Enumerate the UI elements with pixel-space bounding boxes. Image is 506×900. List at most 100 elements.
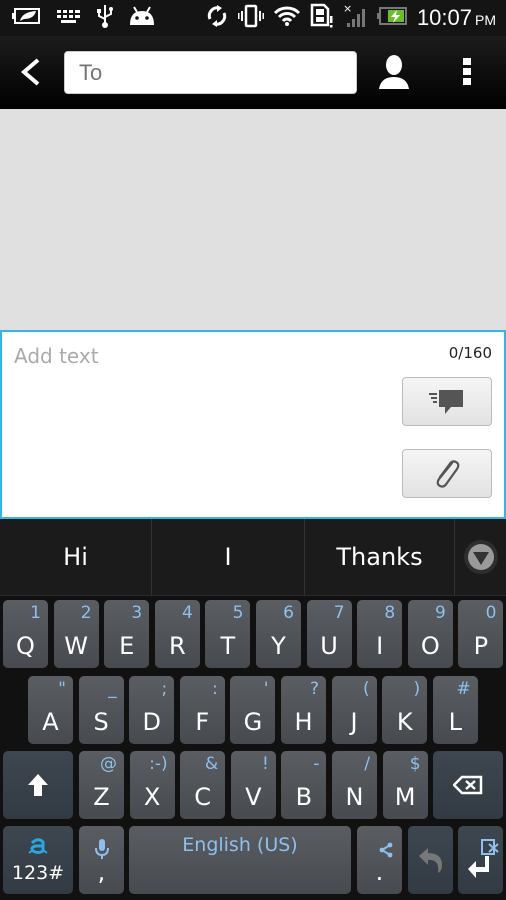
- key-h[interactable]: ? H: [281, 676, 326, 744]
- key-label: Y: [271, 632, 286, 660]
- key-alt-label: 8: [384, 603, 396, 623]
- key-label: C: [194, 783, 212, 811]
- key-alt-label: _: [108, 679, 117, 699]
- key-alt-label: :: [212, 679, 218, 699]
- expand-suggestions-button[interactable]: [455, 519, 506, 595]
- key-alt-label: 9: [434, 603, 446, 623]
- overflow-menu-icon: [463, 58, 471, 85]
- share-icon: [379, 842, 393, 858]
- suggestion-item[interactable]: Hi: [0, 519, 152, 595]
- key-label: K: [396, 708, 413, 736]
- undo-key[interactable]: [408, 826, 453, 894]
- key-p[interactable]: 0P: [458, 600, 504, 668]
- expand-down-icon: [463, 540, 498, 574]
- undo-icon: [418, 848, 442, 873]
- microphone-icon: [94, 839, 109, 859]
- key-label: D: [142, 708, 161, 736]
- comma-key[interactable]: ,: [79, 826, 124, 894]
- key-o[interactable]: 9O: [407, 600, 453, 668]
- svg-text:×: ×: [343, 3, 352, 15]
- key-j[interactable]: (J: [331, 676, 377, 744]
- key-alt-label: (: [362, 679, 370, 699]
- key-alt-label: ?: [309, 679, 319, 699]
- key-n[interactable]: / N: [332, 751, 377, 819]
- space-key[interactable]: English (US): [129, 826, 351, 894]
- key-b[interactable]: -B: [281, 751, 327, 819]
- key-label: W: [64, 632, 88, 660]
- key-y[interactable]: 6Y: [256, 600, 301, 668]
- key-s[interactable]: _ S: [78, 676, 124, 744]
- key-q[interactable]: 1Q: [3, 600, 48, 668]
- key-m[interactable]: $ M: [382, 751, 428, 819]
- key-w[interactable]: 2W: [53, 600, 99, 668]
- person-icon: [379, 55, 409, 89]
- key-alt-label: 1: [30, 603, 41, 623]
- key-z[interactable]: @ Z: [79, 751, 124, 819]
- key-alt-label: &: [204, 754, 219, 774]
- key-alt-label: 5: [232, 603, 244, 623]
- usb-icon: [96, 3, 114, 33]
- add-contact-button[interactable]: [375, 53, 413, 91]
- key-x[interactable]: :-) X: [129, 751, 175, 819]
- key-alt-label: /: [364, 754, 370, 774]
- compose-panel: 0/160: [0, 330, 506, 519]
- suggestion-item[interactable]: I: [152, 519, 305, 595]
- key-k[interactable]: ) K: [382, 676, 428, 744]
- send-button[interactable]: [402, 377, 492, 426]
- symbols-key[interactable]: 123#: [3, 826, 73, 894]
- key-t[interactable]: 5T: [205, 600, 251, 668]
- swype-logo-icon: [28, 838, 48, 854]
- key-alt-label: 0: [485, 603, 497, 623]
- period-key[interactable]: .: [357, 826, 402, 894]
- key-alt-label: :-): [149, 754, 168, 774]
- key-c[interactable]: & C: [180, 751, 226, 819]
- key-u[interactable]: 7U: [306, 600, 352, 668]
- recipient-to-field[interactable]: [64, 51, 357, 94]
- key-label: I: [376, 632, 384, 660]
- key-alt-label: -: [313, 754, 320, 774]
- sim-alert-icon: [310, 3, 334, 33]
- battery-charging-icon: [376, 6, 408, 30]
- key-label: Q: [16, 632, 35, 660]
- key-label: M: [394, 783, 416, 811]
- message-text-field[interactable]: [14, 344, 384, 504]
- key-i[interactable]: 8I: [357, 600, 403, 668]
- key-label: G: [243, 708, 263, 736]
- key-label: E: [119, 632, 135, 660]
- key-label: N: [345, 783, 364, 811]
- send-message-icon: [429, 389, 463, 414]
- key-alt-label: !: [261, 754, 269, 774]
- key-label: B: [295, 783, 313, 811]
- character-counter: 0/160: [448, 344, 492, 362]
- key-alt-label: ": [58, 679, 66, 699]
- backspace-icon: [453, 775, 483, 795]
- key-d[interactable]: ; D: [129, 676, 175, 744]
- backspace-key[interactable]: [433, 751, 503, 819]
- android-icon: [128, 5, 156, 31]
- key-v[interactable]: ! V: [230, 751, 276, 819]
- key-a[interactable]: " A: [28, 676, 73, 744]
- overflow-menu-button[interactable]: [455, 53, 481, 91]
- back-button[interactable]: [14, 54, 50, 90]
- key-label: T: [220, 632, 236, 660]
- key-alt-label: #: [456, 679, 471, 699]
- enter-icon: [468, 856, 489, 878]
- period-label: .: [375, 858, 384, 886]
- action-bar: [0, 36, 506, 109]
- key-r[interactable]: 4R: [154, 600, 200, 668]
- suggestion-item[interactable]: Thanks: [305, 519, 455, 595]
- comma-label: ,: [97, 858, 106, 886]
- key-label: X: [143, 783, 161, 811]
- key-label: H: [294, 708, 313, 736]
- key-label: O: [420, 632, 440, 660]
- attach-button[interactable]: [402, 449, 492, 498]
- key-label: U: [320, 632, 338, 660]
- shift-key[interactable]: [3, 751, 73, 819]
- key-label: R: [168, 632, 186, 660]
- key-f[interactable]: :F: [179, 676, 225, 744]
- enter-key[interactable]: [458, 826, 503, 894]
- back-chevron-icon: [20, 58, 40, 86]
- key-e[interactable]: 3E: [104, 600, 150, 668]
- key-g[interactable]: ' G: [230, 676, 276, 744]
- key-l[interactable]: # L: [432, 676, 478, 744]
